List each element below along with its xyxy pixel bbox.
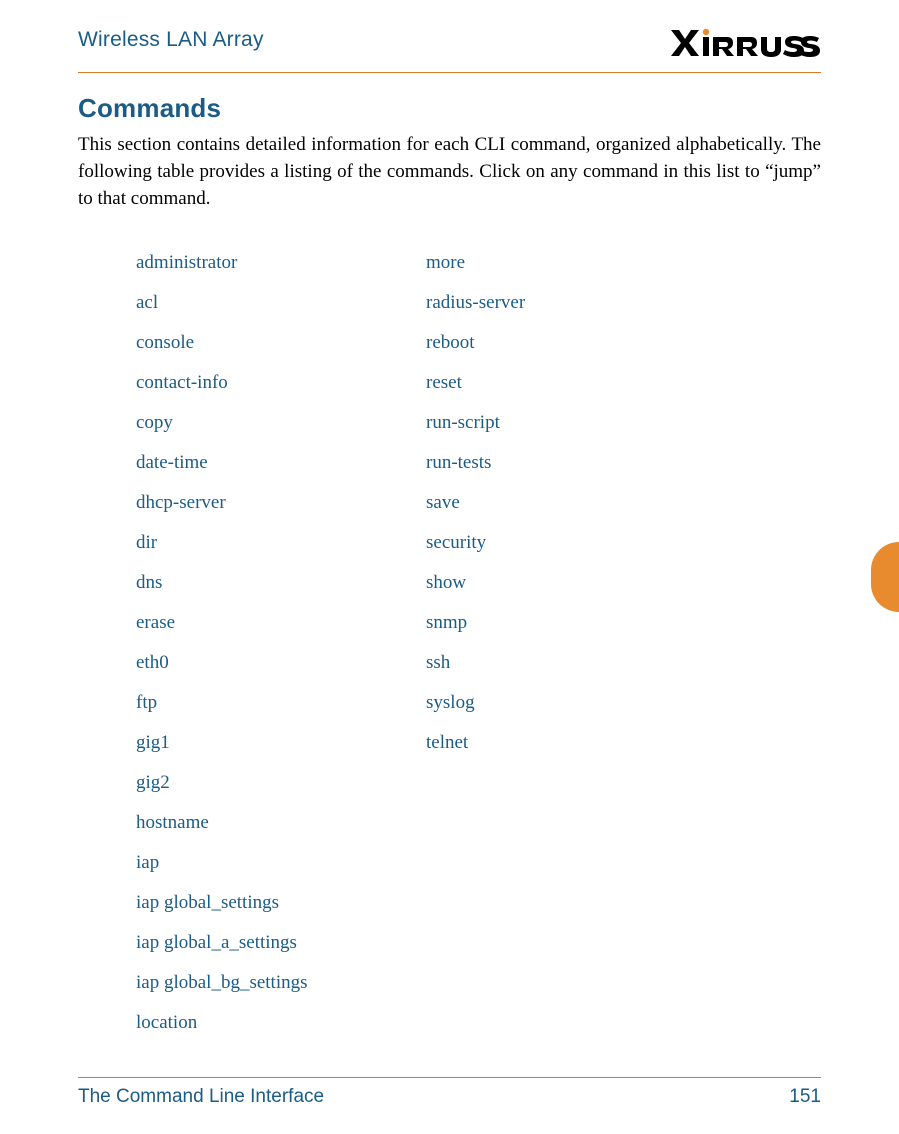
footer-section-name: The Command Line Interface: [78, 1086, 324, 1108]
cmd-link[interactable]: copy: [136, 412, 173, 433]
table-row: ftp syslog: [136, 683, 821, 723]
table-row: eth0 ssh: [136, 643, 821, 683]
cmd-link[interactable]: telnet: [426, 732, 468, 753]
cmd-link[interactable]: administrator: [136, 252, 237, 273]
cmd-link[interactable]: radius-server: [426, 292, 525, 313]
cmd-link[interactable]: console: [136, 332, 194, 353]
cmd-link[interactable]: dir: [136, 532, 157, 553]
section-title: Commands: [78, 93, 821, 124]
table-row: dhcp-server save: [136, 483, 821, 523]
cmd-link[interactable]: date-time: [136, 452, 208, 473]
table-row: contact-info reset: [136, 363, 821, 403]
table-row: copy run-script: [136, 403, 821, 443]
table-row: administrator more: [136, 243, 821, 283]
table-row: iap: [136, 843, 821, 883]
page-number: 151: [789, 1086, 821, 1108]
cmd-link[interactable]: dns: [136, 572, 162, 593]
table-row: iap global_settings: [136, 883, 821, 923]
cmd-link[interactable]: iap global_a_settings: [136, 932, 297, 953]
cmd-link[interactable]: iap: [136, 852, 159, 873]
cmd-link[interactable]: eth0: [136, 652, 169, 673]
cmd-link[interactable]: iap global_bg_settings: [136, 972, 308, 993]
cmd-link[interactable]: erase: [136, 612, 175, 633]
cmd-link[interactable]: contact-info: [136, 372, 228, 393]
table-row: date-time run-tests: [136, 443, 821, 483]
table-row: location: [136, 1003, 821, 1043]
table-row: erase snmp: [136, 603, 821, 643]
table-row: dns show: [136, 563, 821, 603]
cmd-link[interactable]: location: [136, 1012, 197, 1033]
table-row: acl radius-server: [136, 283, 821, 323]
cmd-link[interactable]: acl: [136, 292, 158, 313]
cmd-link[interactable]: ssh: [426, 652, 450, 673]
table-row: iap global_a_settings: [136, 923, 821, 963]
cmd-link[interactable]: dhcp-server: [136, 492, 226, 513]
header-divider: [78, 72, 821, 73]
cmd-link[interactable]: save: [426, 492, 460, 513]
cmd-link[interactable]: reset: [426, 372, 462, 393]
cmd-link[interactable]: iap global_settings: [136, 892, 279, 913]
section-intro: This section contains detailed informati…: [78, 132, 821, 213]
cmd-link[interactable]: show: [426, 572, 466, 593]
table-row: hostname: [136, 803, 821, 843]
cmd-link[interactable]: run-tests: [426, 452, 491, 473]
cmd-link[interactable]: more: [426, 252, 465, 273]
cmd-link[interactable]: syslog: [426, 692, 475, 713]
cmd-link[interactable]: snmp: [426, 612, 467, 633]
cmd-link[interactable]: ftp: [136, 692, 157, 713]
doc-title: Wireless LAN Array: [78, 28, 264, 52]
cmd-link[interactable]: hostname: [136, 812, 209, 833]
commands-table: administrator more acl radius-server conso…: [78, 243, 821, 1043]
table-row: gig2: [136, 763, 821, 803]
xirrus-logo-icon: [669, 28, 821, 58]
cmd-link[interactable]: reboot: [426, 332, 475, 353]
table-row: gig1 telnet: [136, 723, 821, 763]
cmd-link[interactable]: run-script: [426, 412, 500, 433]
table-row: iap global_bg_settings: [136, 963, 821, 1003]
cmd-link[interactable]: security: [426, 532, 486, 553]
table-row: console reboot: [136, 323, 821, 363]
table-row: dir security: [136, 523, 821, 563]
brand-logo: [669, 28, 821, 58]
cmd-link[interactable]: gig1: [136, 732, 170, 753]
cmd-link[interactable]: gig2: [136, 772, 170, 793]
footer-divider: [78, 1077, 821, 1078]
